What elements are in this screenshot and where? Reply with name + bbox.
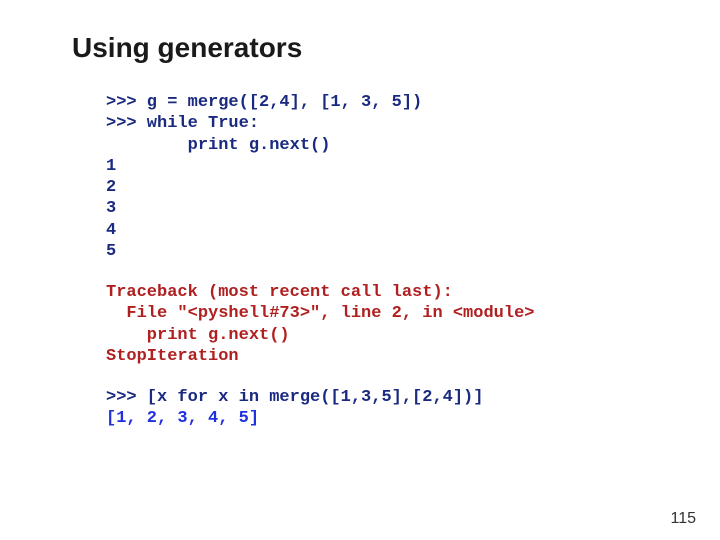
code-line: print g.next() — [106, 326, 290, 345]
slide: Using generators >>> g = merge([2,4], [1… — [0, 0, 720, 540]
code-line: 5 — [106, 242, 116, 261]
code-line: >>> while True: — [106, 114, 259, 133]
code-line: >>> g = merge([2,4], [1, 3, 5]) — [106, 93, 422, 112]
code-block-1: >>> g = merge([2,4], [1, 3, 5]) >>> whil… — [106, 92, 660, 262]
slide-title: Using generators — [72, 32, 660, 64]
code-block-2: Traceback (most recent call last): File … — [106, 282, 660, 367]
code-line: File "<pyshell#73>", line 2, in <module> — [106, 304, 534, 323]
code-line: print g.next() — [106, 136, 330, 155]
code-line: 3 — [106, 199, 116, 218]
code-line: 2 — [106, 178, 116, 197]
code-line: 4 — [106, 221, 116, 240]
page-number: 115 — [670, 510, 696, 528]
code-line: [1, 2, 3, 4, 5] — [106, 409, 259, 428]
code-line: StopIteration — [106, 347, 239, 366]
code-block-3: >>> [x for x in merge([1,3,5],[2,4])] [1… — [106, 387, 660, 430]
code-line: Traceback (most recent call last): — [106, 283, 453, 302]
code-line: >>> [x for x in merge([1,3,5],[2,4])] — [106, 388, 483, 407]
code-line: 1 — [106, 157, 116, 176]
